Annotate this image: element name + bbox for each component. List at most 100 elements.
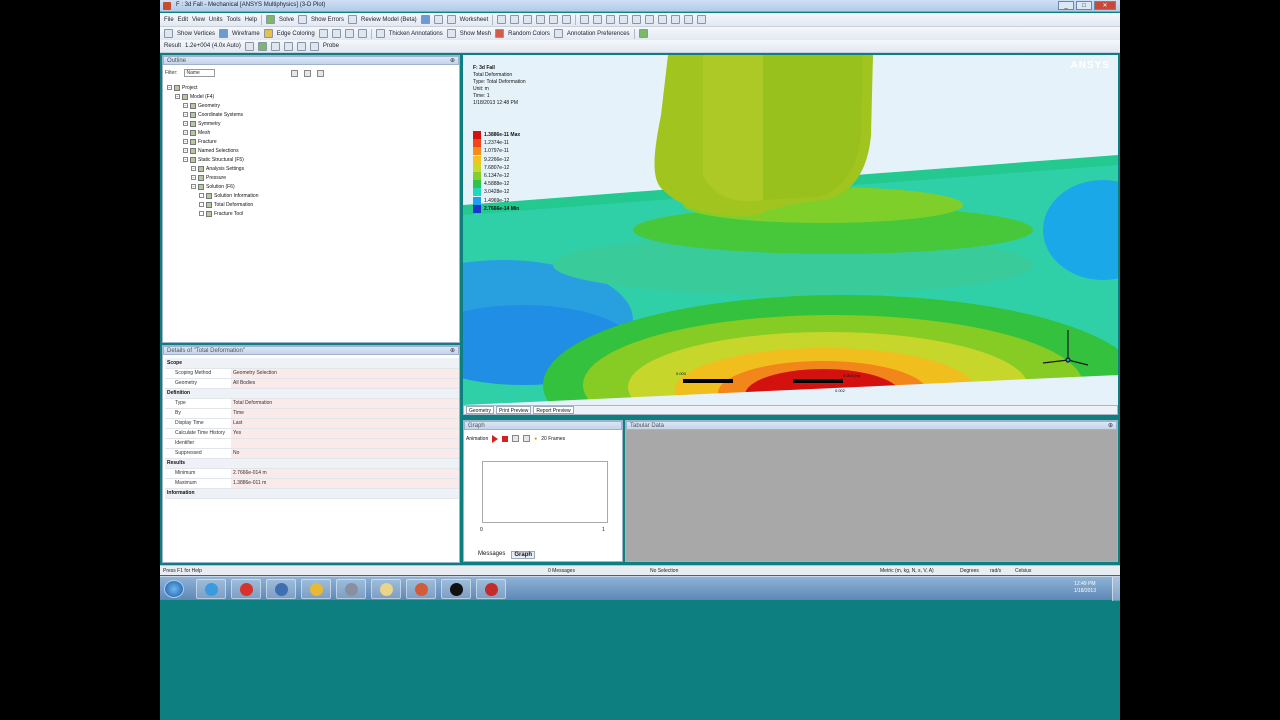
details-row[interactable]: Display Time Last bbox=[165, 418, 459, 429]
details-section[interactable]: Scope bbox=[165, 358, 459, 369]
tab-graph[interactable]: Graph bbox=[511, 551, 536, 559]
details-value[interactable]: Yes bbox=[231, 428, 459, 439]
show-vertices-button[interactable]: Show Vertices bbox=[177, 31, 215, 37]
details-value[interactable]: 1.3886e-011 m bbox=[231, 478, 459, 489]
details-row[interactable]: Geometry All Bodies bbox=[165, 378, 459, 389]
details-value[interactable]: All Bodies bbox=[231, 378, 459, 389]
details-row[interactable]: By Time bbox=[165, 408, 459, 419]
tree-node[interactable]: Fracture Tool bbox=[167, 210, 258, 219]
details-value[interactable]: Geometry Selection bbox=[231, 368, 459, 379]
box-zoom-icon[interactable] bbox=[619, 15, 629, 24]
taskbar-app-button[interactable] bbox=[196, 579, 226, 599]
stop-icon[interactable] bbox=[502, 435, 509, 442]
details-value[interactable] bbox=[231, 438, 459, 449]
tree-node[interactable]: − Model (F4) bbox=[167, 93, 258, 102]
graph-plot-area[interactable] bbox=[482, 461, 608, 523]
expand-toggle-icon[interactable]: − bbox=[183, 157, 188, 163]
tab-print-preview[interactable]: Print Preview bbox=[495, 406, 532, 414]
edge-style-icon[interactable] bbox=[344, 29, 354, 38]
close-button[interactable]: ✕ bbox=[1094, 1, 1116, 10]
expand-all-icon[interactable] bbox=[290, 69, 298, 77]
menu-view[interactable]: View bbox=[192, 17, 205, 23]
tree-node[interactable]: Total Deformation bbox=[167, 201, 258, 210]
pin-icon[interactable]: ⊕ bbox=[450, 347, 455, 355]
export-video-icon[interactable] bbox=[523, 435, 531, 442]
taskbar-clock[interactable]: 12:49 PM 1/18/2013 bbox=[1074, 581, 1096, 595]
details-row[interactable]: Identifier bbox=[165, 438, 459, 449]
details-value[interactable]: No bbox=[231, 448, 459, 459]
expand-toggle-icon[interactable] bbox=[199, 211, 204, 217]
pan-icon[interactable] bbox=[593, 15, 603, 24]
face-select-icon[interactable] bbox=[536, 15, 546, 24]
details-row[interactable]: Calculate Time History Yes bbox=[165, 428, 459, 439]
pin-icon[interactable]: ⊕ bbox=[1108, 422, 1113, 430]
menu-edit[interactable]: Edit bbox=[178, 17, 188, 23]
tree-node[interactable]: − Mesh bbox=[167, 129, 258, 138]
expand-toggle-icon[interactable]: − bbox=[183, 139, 188, 145]
tree-node[interactable]: − Coordinate Systems bbox=[167, 111, 258, 120]
status-rad[interactable]: rad/s bbox=[990, 568, 1001, 574]
zoom-icon[interactable] bbox=[606, 15, 616, 24]
graphics-options-icon[interactable] bbox=[638, 29, 648, 38]
status-celsius[interactable]: Celsius bbox=[1015, 568, 1031, 574]
details-row[interactable]: Minimum 2.7666e-014 m bbox=[165, 468, 459, 479]
expand-toggle-icon[interactable]: − bbox=[183, 130, 188, 136]
filter-dropdown[interactable]: Name bbox=[183, 69, 215, 77]
status-messages[interactable]: 0 Messages bbox=[548, 568, 575, 574]
details-row[interactable]: Maximum 1.3886e-011 m bbox=[165, 478, 459, 489]
print-icon[interactable] bbox=[420, 15, 430, 24]
taskbar-app-button[interactable] bbox=[371, 579, 401, 599]
expand-toggle-icon[interactable]: − bbox=[191, 184, 196, 190]
tab-geometry[interactable]: Geometry bbox=[466, 406, 494, 414]
details-value[interactable]: Time bbox=[231, 408, 459, 419]
maximize-button[interactable]: □ bbox=[1076, 1, 1092, 10]
tab-report-preview[interactable]: Report Preview bbox=[533, 406, 574, 414]
report-icon[interactable] bbox=[446, 15, 456, 24]
graphics-viewport[interactable]: F: 3d Fall Total Deformation Type: Total D… bbox=[463, 55, 1118, 405]
menu-file[interactable]: File bbox=[164, 17, 174, 23]
details-row[interactable]: Suppressed No bbox=[165, 448, 459, 459]
show-mesh-button[interactable]: Show Mesh bbox=[460, 31, 491, 37]
layout-icon[interactable] bbox=[697, 15, 707, 24]
body-select-icon[interactable] bbox=[549, 15, 559, 24]
random-colors-button[interactable]: Random Colors bbox=[508, 31, 550, 37]
review-model-button[interactable]: Review Model (Beta) bbox=[361, 17, 417, 23]
search-tree-icon[interactable] bbox=[316, 69, 324, 77]
show-desktop-button[interactable] bbox=[1112, 577, 1120, 601]
taskbar-app-button[interactable] bbox=[441, 579, 471, 599]
expand-toggle-icon[interactable]: − bbox=[191, 166, 196, 172]
collapse-all-icon[interactable] bbox=[303, 69, 311, 77]
isometric-view-icon[interactable] bbox=[684, 15, 694, 24]
status-degrees[interactable]: Degrees bbox=[960, 568, 979, 574]
edge-select-icon[interactable] bbox=[523, 15, 533, 24]
details-section[interactable]: Information bbox=[165, 488, 459, 499]
lightbulb-icon[interactable]: ● bbox=[534, 436, 537, 442]
edge-style-icon[interactable] bbox=[331, 29, 341, 38]
probe-button[interactable]: Probe bbox=[323, 43, 339, 49]
taskbar-app-button[interactable] bbox=[231, 579, 261, 599]
worksheet-button[interactable]: Worksheet bbox=[460, 17, 489, 23]
tree-node[interactable]: − Fracture bbox=[167, 138, 258, 147]
annotation-preferences-button[interactable]: Annotation Preferences bbox=[567, 31, 630, 37]
tree-node[interactable]: − Analysis Settings bbox=[167, 165, 258, 174]
frames-icon[interactable] bbox=[512, 435, 520, 442]
vector-icon[interactable] bbox=[270, 41, 280, 51]
taskbar-app-button[interactable] bbox=[476, 579, 506, 599]
frames-dropdown[interactable]: 20 Frames bbox=[541, 436, 565, 442]
expand-toggle-icon[interactable]: − bbox=[183, 112, 188, 118]
details-value[interactable]: Total Deformation bbox=[231, 398, 459, 409]
contour-icon[interactable] bbox=[244, 41, 254, 51]
show-errors-button[interactable]: Show Errors bbox=[311, 17, 344, 23]
expand-toggle-icon[interactable] bbox=[199, 202, 204, 208]
menu-units[interactable]: Units bbox=[209, 17, 223, 23]
tree-node[interactable]: − Solution (F6) bbox=[167, 183, 258, 192]
edge-coloring-dropdown[interactable]: Edge Coloring bbox=[277, 31, 315, 37]
thicken-annotations-button[interactable]: Thicken Annotations bbox=[389, 31, 443, 37]
solve-icon[interactable] bbox=[265, 15, 275, 24]
tree-node[interactable]: − Project bbox=[167, 84, 258, 93]
edge-style-icon[interactable] bbox=[357, 29, 367, 38]
taskbar-app-button[interactable] bbox=[336, 579, 366, 599]
solve-button[interactable]: Solve bbox=[279, 17, 294, 23]
tree-node[interactable]: − Geometry bbox=[167, 102, 258, 111]
details-row[interactable]: Type Total Deformation bbox=[165, 398, 459, 409]
